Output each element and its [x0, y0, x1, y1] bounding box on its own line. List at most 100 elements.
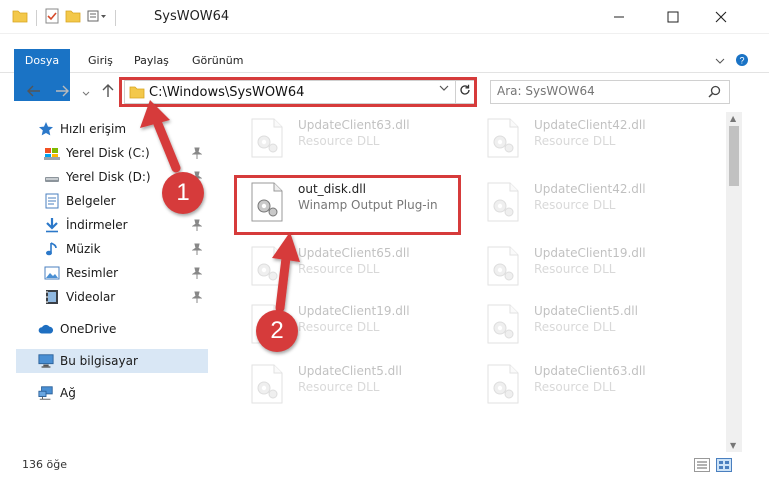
- quick-access-toolbar: [12, 8, 118, 27]
- file-name: UpdateClient65.dll: [298, 246, 410, 260]
- pin-icon[interactable]: [191, 243, 203, 258]
- file-name: UpdateClient63.dll: [298, 118, 410, 132]
- pin-icon[interactable]: [191, 219, 203, 234]
- tab-view[interactable]: Görünüm: [180, 49, 255, 73]
- dll-file-icon: [486, 246, 520, 286]
- back-icon: [27, 85, 41, 101]
- chevron-down-icon[interactable]: [715, 55, 725, 68]
- dll-file-icon: [486, 364, 520, 404]
- properties-icon[interactable]: [45, 8, 59, 27]
- file-type: Resource DLL: [534, 380, 616, 394]
- dll-file-icon: [250, 246, 284, 286]
- details-view-icon[interactable]: [694, 458, 710, 475]
- nav-item-label: OneDrive: [60, 322, 117, 336]
- scrollbar-thumb[interactable]: [729, 126, 739, 186]
- step-badge-2: 2: [256, 310, 298, 352]
- pictures-icon: [44, 265, 60, 281]
- search-icon[interactable]: [708, 85, 721, 101]
- refresh-button[interactable]: [455, 80, 475, 104]
- forward-button[interactable]: [52, 83, 72, 103]
- navigation-pane: Hızlı erişim Yerel Disk (C:) Yerel Disk …: [16, 114, 212, 454]
- ribbon-controls: ?: [715, 53, 749, 70]
- drive-icon: [44, 169, 60, 185]
- chevron-down-icon: [82, 85, 90, 101]
- nav-item-label: Videolar: [66, 290, 116, 304]
- file-item[interactable]: UpdateClient63.dll Resource DLL: [234, 112, 464, 164]
- nav-quick-access[interactable]: Hızlı erişim: [16, 117, 208, 141]
- nav-item-local-disk-c[interactable]: Yerel Disk (C:): [16, 141, 208, 165]
- dll-file-icon: [486, 182, 520, 222]
- up-icon: [102, 84, 114, 102]
- file-item[interactable]: UpdateClient5.dll Resource DLL: [234, 358, 464, 410]
- help-icon[interactable]: ?: [735, 53, 749, 70]
- nav-item-label: Belgeler: [66, 194, 116, 208]
- nav-item-label: Ağ: [60, 386, 76, 400]
- scroll-up-icon[interactable]: ▲: [730, 114, 736, 123]
- dll-file-icon: [486, 304, 520, 344]
- tiles-view-icon[interactable]: [716, 458, 732, 475]
- vertical-scrollbar[interactable]: ▲ ▼: [726, 112, 742, 452]
- folder-icon: [129, 85, 145, 102]
- close-button[interactable]: [698, 0, 744, 34]
- step-badge-1: 1: [162, 172, 204, 214]
- nav-item-videos[interactable]: Videolar: [16, 285, 208, 309]
- file-type: Resource DLL: [298, 320, 380, 334]
- file-item-out-disk[interactable]: out_disk.dll Winamp Output Plug-in: [234, 176, 464, 228]
- pin-icon[interactable]: [191, 147, 203, 162]
- search-box[interactable]: [490, 80, 730, 104]
- file-type: Resource DLL: [298, 380, 380, 394]
- nav-item-label: Yerel Disk (C:): [66, 146, 150, 160]
- drive-icon: [44, 145, 60, 161]
- file-name: UpdateClient42.dll: [534, 118, 646, 132]
- recent-locations-button[interactable]: [76, 83, 96, 103]
- minimize-button[interactable]: [596, 0, 642, 34]
- file-name: out_disk.dll: [298, 182, 366, 196]
- file-item[interactable]: UpdateClient42.dll Resource DLL: [470, 176, 700, 228]
- maximize-button[interactable]: [650, 0, 696, 34]
- nav-item-label: İndirmeler: [66, 218, 128, 232]
- new-folder-icon[interactable]: [65, 9, 81, 26]
- chevron-down-icon[interactable]: [439, 84, 449, 95]
- address-bar[interactable]: C:\Windows\SysWOW64: [124, 80, 456, 104]
- scroll-down-icon[interactable]: ▼: [730, 441, 736, 450]
- file-type: Resource DLL: [534, 134, 616, 148]
- download-icon: [44, 217, 60, 233]
- file-item[interactable]: UpdateClient42.dll Resource DLL: [470, 112, 700, 164]
- file-type: Winamp Output Plug-in: [298, 198, 438, 212]
- pin-icon[interactable]: [191, 291, 203, 306]
- file-name: UpdateClient5.dll: [298, 364, 402, 378]
- star-icon: [38, 121, 54, 137]
- folder-icon: [12, 9, 28, 26]
- file-item[interactable]: UpdateClient65.dll Resource DLL: [234, 240, 464, 292]
- svg-text:?: ?: [739, 56, 744, 66]
- address-path[interactable]: C:\Windows\SysWOW64: [149, 85, 304, 100]
- nav-item-label: Yerel Disk (D:): [66, 170, 151, 184]
- document-icon: [44, 193, 60, 209]
- nav-item-network[interactable]: Ağ: [16, 381, 208, 405]
- file-item[interactable]: UpdateClient5.dll Resource DLL: [470, 298, 700, 350]
- computer-icon: [38, 353, 54, 369]
- file-type: Resource DLL: [298, 262, 380, 276]
- tab-home[interactable]: Giriş: [76, 49, 125, 73]
- tab-share[interactable]: Paylaş: [122, 49, 181, 73]
- nav-item-onedrive[interactable]: OneDrive: [16, 317, 208, 341]
- nav-item-label: Bu bilgisayar: [60, 354, 138, 368]
- search-input[interactable]: [497, 84, 697, 98]
- videos-icon: [44, 289, 60, 305]
- file-item[interactable]: UpdateClient63.dll Resource DLL: [470, 358, 700, 410]
- nav-item-downloads[interactable]: İndirmeler: [16, 213, 208, 237]
- nav-item-this-pc[interactable]: Bu bilgisayar: [16, 349, 208, 373]
- customize-toolbar-icon[interactable]: [87, 10, 107, 25]
- divider: [36, 9, 37, 26]
- nav-item-label: Müzik: [66, 242, 101, 256]
- forward-icon: [55, 85, 69, 101]
- file-item[interactable]: UpdateClient19.dll Resource DLL: [470, 240, 700, 292]
- back-button[interactable]: [24, 83, 44, 103]
- dll-file-icon: [250, 364, 284, 404]
- file-type: Resource DLL: [298, 134, 380, 148]
- pin-icon[interactable]: [191, 267, 203, 282]
- nav-item-music[interactable]: Müzik: [16, 237, 208, 261]
- nav-item-pictures[interactable]: Resimler: [16, 261, 208, 285]
- up-button[interactable]: [98, 83, 118, 103]
- window-title: SysWOW64: [154, 9, 230, 24]
